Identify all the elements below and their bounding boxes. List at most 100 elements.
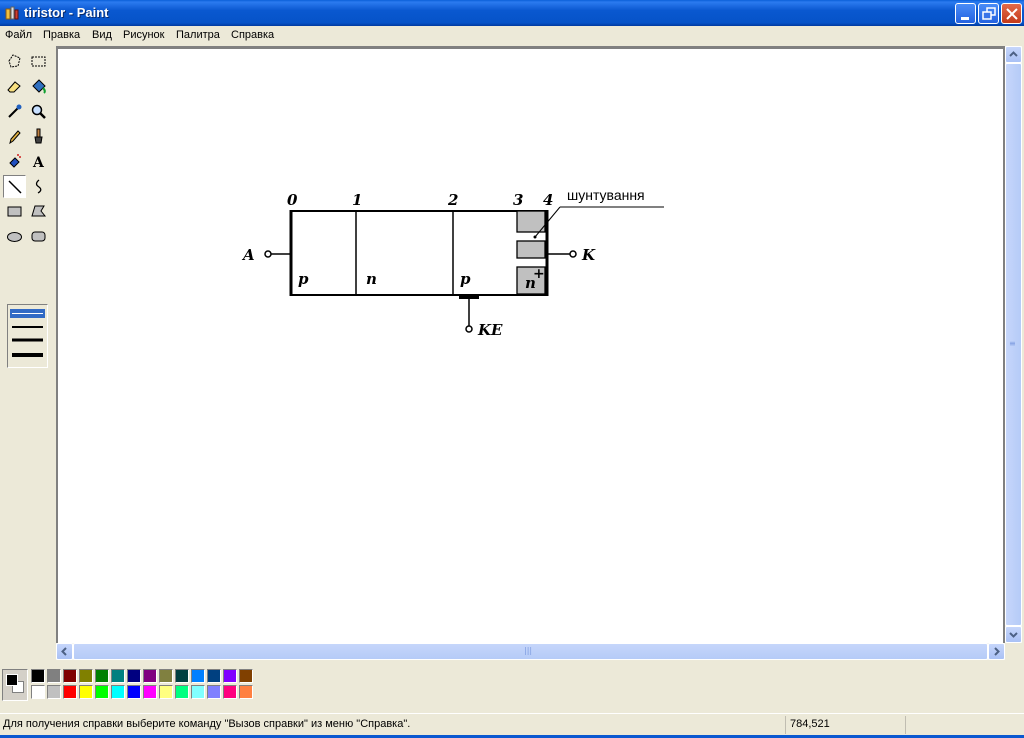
palette-swatch[interactable] <box>143 685 157 699</box>
tool-color-picker[interactable] <box>3 100 26 123</box>
palette-swatch[interactable] <box>95 669 109 683</box>
tool-free-select[interactable] <box>3 50 26 73</box>
magnifier-icon <box>31 104 46 119</box>
layer-label-p2: p <box>460 270 471 288</box>
palette-swatch[interactable] <box>111 669 125 683</box>
tool-magnifier[interactable] <box>27 100 50 123</box>
palette-swatch[interactable] <box>79 669 93 683</box>
control-label: KE <box>477 321 503 339</box>
tool-eraser[interactable] <box>3 75 26 98</box>
palette-swatch[interactable] <box>159 669 173 683</box>
menu-view[interactable]: Вид <box>92 29 112 41</box>
tool-rectangle[interactable] <box>3 200 26 223</box>
palette-swatch[interactable] <box>207 669 221 683</box>
structure-outline <box>290 210 548 296</box>
menu-image[interactable]: Рисунок <box>123 29 165 41</box>
tool-fill[interactable] <box>27 75 50 98</box>
palette-swatch[interactable] <box>31 685 45 699</box>
minimize-icon <box>961 17 969 20</box>
title-bar[interactable]: tiristor - Paint <box>0 0 1024 26</box>
palette-swatch[interactable] <box>95 685 109 699</box>
menu-help[interactable]: Справка <box>231 29 274 41</box>
svg-text:A: A <box>32 155 45 170</box>
tool-pencil[interactable] <box>3 125 26 148</box>
palette-swatch[interactable] <box>175 685 189 699</box>
boundary-label-1: 1 <box>352 191 362 209</box>
thyristor-drawing: 0 1 2 3 4 p n p n + A K KE шунтування <box>241 187 664 339</box>
palette-swatch[interactable] <box>47 669 61 683</box>
scroll-left-button[interactable] <box>56 643 73 660</box>
palette-swatch[interactable] <box>239 669 253 683</box>
menu-edit[interactable]: Правка <box>43 29 80 41</box>
menu-bar: Файл Правка Вид Рисунок Палитра Справка <box>0 26 1024 46</box>
palette-swatch[interactable] <box>159 685 173 699</box>
tool-text[interactable]: A <box>27 150 50 173</box>
palette-swatch[interactable] <box>31 669 45 683</box>
vertical-scrollbar[interactable]: ≡ <box>1005 46 1022 643</box>
status-coords: 784,521 <box>790 718 830 730</box>
palette-swatch[interactable] <box>223 669 237 683</box>
tool-airbrush[interactable] <box>3 150 26 173</box>
free-select-icon <box>8 54 21 68</box>
tool-ellipse[interactable] <box>3 225 26 248</box>
horizontal-scroll-thumb[interactable]: ||| <box>73 643 988 660</box>
palette-swatch[interactable] <box>127 669 141 683</box>
palette-swatch[interactable] <box>143 669 157 683</box>
palette-swatch[interactable] <box>111 685 125 699</box>
palette-swatch[interactable] <box>207 685 221 699</box>
palette-swatch[interactable] <box>191 685 205 699</box>
toolbox: A <box>0 48 54 640</box>
line-width-selector <box>7 304 48 368</box>
annotation-label: шунтування <box>567 187 645 203</box>
drawing-canvas[interactable]: 0 1 2 3 4 p n p n + A K KE шунтування <box>58 49 1003 643</box>
paint-icon <box>5 6 19 20</box>
chevron-up-icon <box>1009 51 1018 57</box>
chevron-down-icon <box>1009 632 1018 638</box>
tool-rect-select[interactable] <box>27 50 50 73</box>
boundary-label-0: 0 <box>287 191 298 209</box>
scroll-up-button[interactable] <box>1005 46 1022 63</box>
cathode-terminal <box>569 250 577 258</box>
brush-icon <box>34 128 43 144</box>
foreground-color[interactable] <box>6 674 18 686</box>
close-button[interactable] <box>1001 3 1022 24</box>
palette-swatch[interactable] <box>191 669 205 683</box>
airbrush-icon <box>9 154 21 168</box>
menu-palette[interactable]: Палитра <box>176 29 220 41</box>
boundary-label-4: 4 <box>543 191 553 209</box>
minimize-button[interactable] <box>955 3 976 24</box>
chevron-right-icon <box>994 647 1000 656</box>
shunt-block-top <box>516 210 546 233</box>
palette-swatch[interactable] <box>175 669 189 683</box>
close-icon <box>1006 8 1018 20</box>
window-title: tiristor - Paint <box>24 5 109 20</box>
tool-curve[interactable] <box>27 175 50 198</box>
horizontal-scrollbar[interactable]: ||| <box>56 643 1005 660</box>
vertical-scroll-thumb[interactable]: ≡ <box>1005 63 1022 626</box>
palette-swatch[interactable] <box>223 685 237 699</box>
palette-swatch[interactable] <box>127 685 141 699</box>
control-terminal <box>465 325 473 333</box>
tool-polygon[interactable] <box>27 200 50 223</box>
canvas-area: 0 1 2 3 4 p n p n + A K KE шунтування <box>56 46 1005 643</box>
status-help-text: Для получения справки выберите команду "… <box>3 718 411 730</box>
status-bar: Для получения справки выберите команду "… <box>0 713 1024 735</box>
palette-swatch[interactable] <box>63 669 77 683</box>
palette-swatch[interactable] <box>63 685 77 699</box>
tool-brush[interactable] <box>27 125 50 148</box>
tool-line[interactable] <box>3 175 26 198</box>
scroll-right-button[interactable] <box>988 643 1005 660</box>
palette-swatch[interactable] <box>79 685 93 699</box>
current-colors <box>2 669 28 701</box>
menu-file[interactable]: Файл <box>5 29 32 41</box>
palette-swatch[interactable] <box>47 685 61 699</box>
text-icon: A <box>32 155 45 170</box>
restore-button[interactable] <box>978 3 999 24</box>
tool-rounded-rect[interactable] <box>27 225 50 248</box>
palette-swatch[interactable] <box>239 685 253 699</box>
layer-label-plus: + <box>533 266 545 282</box>
pencil-icon <box>9 130 21 145</box>
curve-icon <box>35 179 42 194</box>
line-width-options <box>10 309 45 357</box>
scroll-down-button[interactable] <box>1005 626 1022 643</box>
